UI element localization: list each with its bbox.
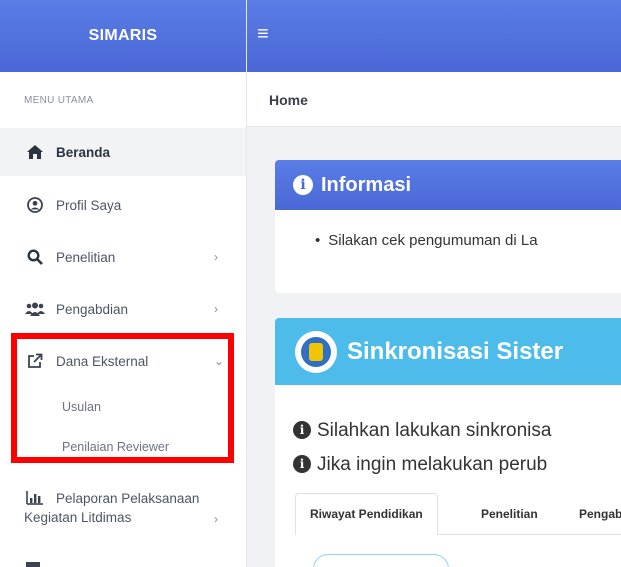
sidebar: SIMARIS MENU UTAMA Beranda Profil Saya P… (0, 0, 247, 567)
info-card-title: Informasi (321, 173, 412, 196)
breadcrumb: Home (247, 72, 621, 127)
menu-section-title: MENU UTAMA (24, 94, 94, 106)
sidebar-item-pengabdian[interactable]: Pengabdian › (0, 284, 246, 334)
sidebar-item-label: Profil Saya (56, 197, 122, 213)
topbar: ≡ (247, 0, 621, 72)
info-card-header: i Informasi (275, 160, 621, 210)
tab-penelitian[interactable]: Penelitian (481, 493, 538, 535)
highlight-box (11, 333, 234, 463)
sister-card-title: Sinkronisasi Sister (347, 337, 564, 365)
sidebar-item-label: Pengabdian (56, 301, 129, 317)
search-icon (24, 249, 46, 265)
info-icon: i (293, 455, 311, 473)
sidebar-item-label-line1: Pelaporan Pelaksanaan (56, 491, 200, 506)
sidebar-item-profil-saya[interactable]: Profil Saya (0, 180, 246, 230)
chevron-right-icon: › (214, 302, 218, 316)
tab-riwayat-pendidikan[interactable]: Riwayat Pendidikan (295, 493, 438, 535)
users-icon (24, 302, 46, 316)
tut-wuri-logo-icon (295, 330, 337, 373)
sister-tabs: Riwayat Pendidikan Penelitian Pengab (295, 493, 621, 535)
sidebar-item-label-line2: Kegiatan Litdimas (24, 510, 132, 525)
home-icon (24, 145, 46, 159)
sidebar-item-beranda[interactable]: Beranda (0, 128, 246, 176)
bullet-icon: • (315, 232, 321, 249)
info-bullet-text: Silakan cek pengumuman di La (328, 232, 538, 249)
sister-line-1-text: Silahkan lakukan sinkronisa (317, 420, 552, 441)
tab-pengabdian[interactable]: Pengab (579, 493, 621, 535)
sidebar-item-penelitian[interactable]: Penelitian › (0, 232, 246, 282)
menu-icon-partial (26, 562, 40, 567)
breadcrumb-home[interactable]: Home (269, 92, 308, 108)
chevron-right-icon: › (214, 512, 218, 526)
info-card: i Informasi • Silakan cek pengumuman di L… (275, 160, 621, 293)
sync-button[interactable] (313, 554, 449, 567)
sister-line-1: i Silahkan lakukan sinkronisa (293, 420, 551, 442)
sister-card-header: Sinkronisasi Sister (275, 318, 621, 385)
info-icon: i (293, 175, 313, 195)
chevron-right-icon: › (214, 250, 218, 264)
sidebar-item-label: Pelaporan Pelaksanaan (56, 488, 199, 510)
info-card-body: • Silakan cek pengumuman di La (275, 210, 621, 249)
info-icon: i (293, 421, 311, 439)
sidebar-item-label: Penelitian (56, 249, 116, 265)
sidebar-item-label: Beranda (56, 144, 111, 160)
bar-chart-icon (24, 490, 46, 505)
hamburger-icon[interactable]: ≡ (257, 22, 269, 46)
sister-line-2: i Jika ingin melakukan perub (293, 454, 547, 476)
user-circle-icon (24, 197, 46, 213)
brand-title[interactable]: SIMARIS (0, 0, 246, 72)
sister-card: Sinkronisasi Sister i Silahkan lakukan si… (275, 318, 621, 567)
sister-line-2-text: Jika ingin melakukan perub (317, 454, 548, 475)
